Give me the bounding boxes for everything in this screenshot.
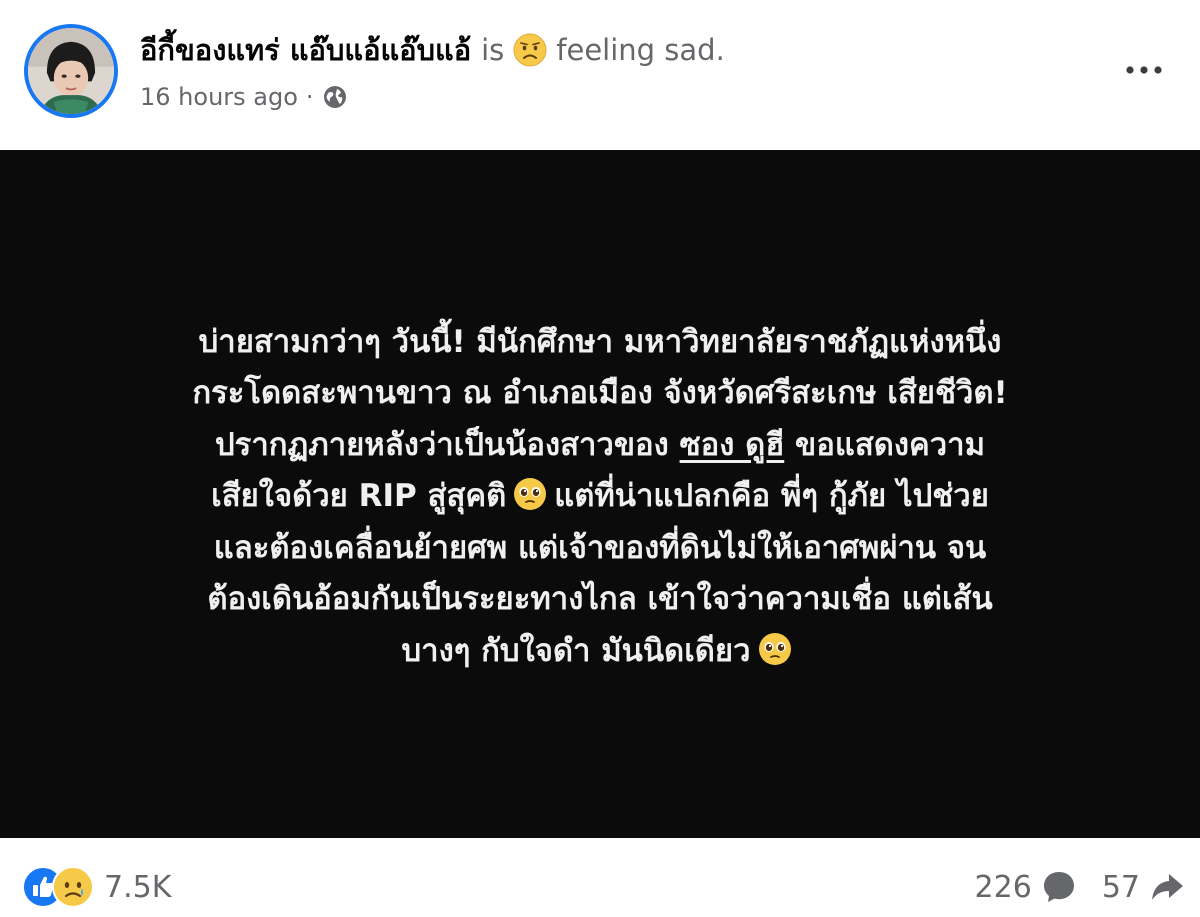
body-line-part: ปรากฏภายหลังว่าเป็นน้องสาวของ (214, 426, 669, 463)
share-count: 57 (1101, 869, 1140, 905)
ellipsis-icon (1126, 66, 1162, 74)
body-line-part: บางๆ กับใจดำ มันนิดเดียว (401, 632, 751, 669)
post-body-text: บ่ายสามกว่าๆ วันนี้! มีนักศึกษา มหาวิทยา… (70, 317, 1130, 678)
body-line-part: เสียใจด้วย RIP สู่สุคติ (211, 478, 507, 515)
reaction-count: 7.5K (104, 869, 172, 905)
shares-count-button[interactable]: 57 (1102, 868, 1186, 906)
sad-face-icon (512, 32, 548, 68)
post-meta: 16 hours ago · (140, 80, 348, 114)
body-line-part: ขอแสดงความ (795, 426, 985, 463)
share-icon (1148, 868, 1186, 906)
teary-face-icon (757, 631, 793, 667)
author-name[interactable]: อีกี้ของแทร่ แอ๊บแอ้แอ๊บแอ้ (140, 27, 471, 73)
post-stats: 226 57 (975, 864, 1186, 910)
mention-link[interactable]: ซอง ดูฮี (680, 427, 785, 463)
body-line: บ่ายสามกว่าๆ วันนี้! มีนักศึกษา มหาวิทยา… (198, 323, 1002, 360)
meta-separator: · (305, 83, 314, 111)
globe-icon[interactable] (322, 84, 348, 110)
post-card: อีกี้ของแทร่ แอ๊บแอ้แอ๊บแอ้ is feeling s… (0, 0, 1200, 917)
comment-count: 226 (974, 869, 1032, 905)
body-line-part: แต่ที่น่าแปลกคือ พี่ๆ กู้ภัย ไปช่วย (554, 478, 989, 515)
comments-count-button[interactable]: 226 (975, 868, 1078, 906)
body-line: ต้องเดินอ้อมกันเป็นระยะทางไกล เข้าใจว่าค… (207, 581, 993, 618)
body-line: เสียใจด้วย RIP สู่สุคติ แต่ที่น่าแปลกคือ… (70, 471, 1130, 523)
post-timestamp[interactable]: 16 hours ago (140, 83, 298, 111)
post-header: อีกี้ของแทร่ แอ๊บแอ้แอ๊บแอ้ is feeling s… (0, 0, 1200, 150)
feeling-text: feeling sad. (556, 33, 725, 67)
reactions-summary[interactable]: 7.5K (22, 864, 171, 910)
more-options-button[interactable] (1116, 52, 1172, 88)
body-line: ปรากฏภายหลังว่าเป็นน้องสาวของ ซอง ดูฮี ข… (70, 420, 1130, 472)
is-word: is (481, 33, 505, 67)
body-line: กระโดดสะพานขาว ณ อำเภอเมือง จังหวัดศรีสะ… (192, 375, 1008, 412)
body-line: บางๆ กับใจดำ มันนิดเดียว (70, 626, 1130, 678)
post-title-line: อีกี้ของแทร่ แอ๊บแอ้แอ๊บแอ้ is feeling s… (140, 30, 725, 70)
teary-face-icon (512, 476, 548, 512)
sad-reaction-icon (52, 866, 94, 908)
avatar[interactable] (24, 24, 118, 118)
body-line: และต้องเคลื่อนย้ายศพ แต่เจ้าของที่ดินไม่… (213, 529, 987, 566)
post-footer: 7.5K 226 57 (0, 838, 1200, 917)
comment-icon (1040, 868, 1078, 906)
avatar-photo (28, 28, 114, 114)
post-content: บ่ายสามกว่าๆ วันนี้! มีนักศึกษา มหาวิทยา… (0, 150, 1200, 838)
